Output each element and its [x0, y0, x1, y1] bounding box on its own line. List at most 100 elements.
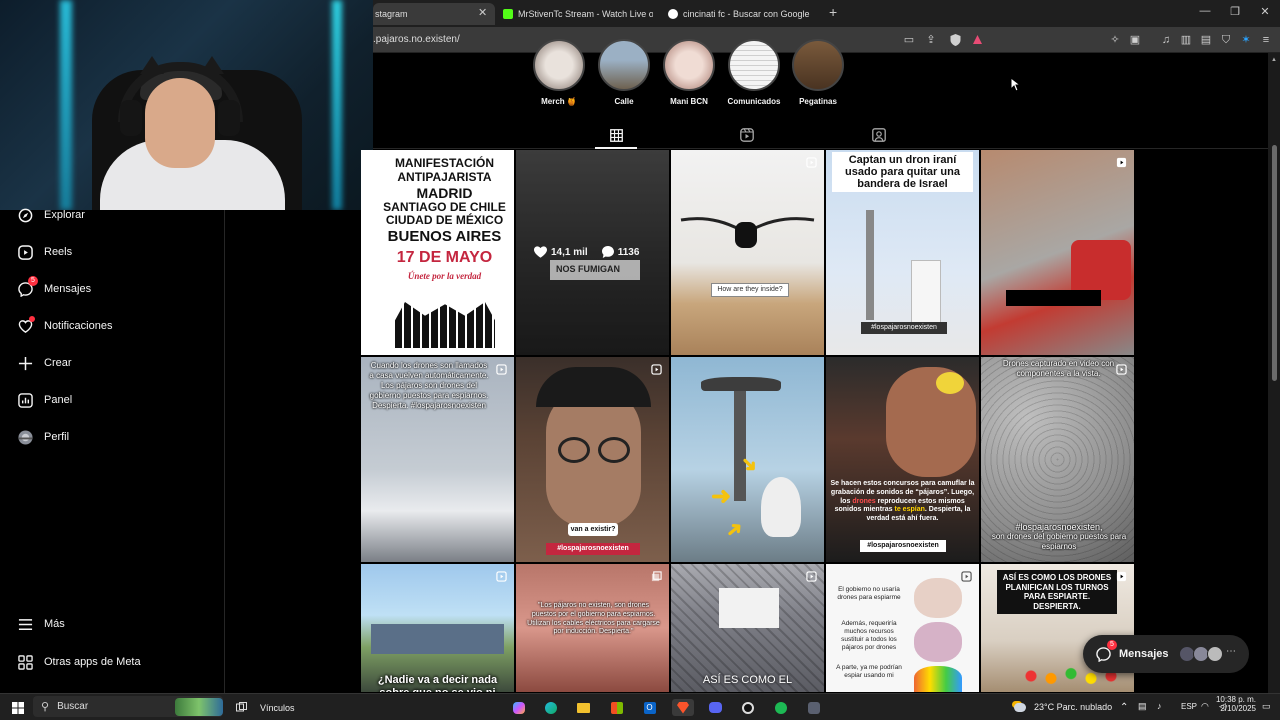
tab-google[interactable]: cincinati fc - Buscar con Google: [668, 3, 818, 25]
post-hashtag: #lospajarosnoexisten: [546, 543, 640, 555]
billboard: [719, 588, 779, 628]
sidebar-item-mas[interactable]: Más: [17, 612, 65, 636]
post-caption: Se hacen estos concursos para camuflar l…: [828, 480, 977, 524]
post-tile[interactable]: Se hacen estos concursos para camuflar l…: [826, 357, 979, 562]
language-indicator[interactable]: ESP: [1181, 702, 1197, 711]
sidebar-item-explorar[interactable]: Explorar: [17, 203, 85, 227]
weather-icon[interactable]: [1012, 699, 1028, 716]
highlight-calle[interactable]: Calle: [589, 39, 659, 106]
post-tile[interactable]: van a existir? #lospajarosnoexisten: [516, 357, 669, 562]
scroll-up-icon[interactable]: ▲: [1271, 57, 1277, 63]
post-tile[interactable]: NOS FUMIGAN 14,1 mil 1136: [516, 150, 669, 355]
extensions-icon[interactable]: ✧: [1108, 34, 1122, 46]
mouse-cursor-icon: [1010, 77, 1020, 92]
tab-title: stagram: [375, 9, 408, 19]
clock-time: 10:38 p. m.: [1215, 695, 1256, 704]
post-tile[interactable]: How are they inside?: [671, 150, 824, 355]
reels-icon: [740, 128, 754, 142]
sidebar-item-reels[interactable]: Reels: [17, 240, 72, 264]
post-tile[interactable]: Cuando los drones son llamados a casa vu…: [361, 357, 514, 562]
maximize-icon[interactable]: ❐: [1225, 5, 1245, 18]
brave-shield-icon[interactable]: [948, 34, 962, 49]
scrollbar-thumb[interactable]: [1272, 145, 1277, 381]
task-view-icon[interactable]: [234, 699, 248, 716]
outlook-icon[interactable]: O: [641, 699, 658, 716]
post-tile[interactable]: Drones capturado en video con componente…: [981, 357, 1134, 562]
taskbar-search[interactable]: ⚲ Buscar: [33, 696, 223, 717]
post-tile[interactable]: [981, 150, 1134, 355]
search-highlight-image: [175, 698, 223, 716]
reel-icon: [496, 571, 507, 582]
post-tile[interactable]: El gobierno no usaría drones para espiar…: [826, 564, 979, 692]
kick-icon: [503, 9, 513, 19]
post-tile[interactable]: ➜ ➜ ➜: [671, 357, 824, 562]
network-icon[interactable]: ▤: [1138, 701, 1147, 712]
tab-posts[interactable]: [607, 126, 625, 144]
highlight-comunicados[interactable]: Comunicados: [719, 39, 789, 106]
url-field[interactable]: .pajaros.no.existen/: [373, 34, 460, 45]
poster-slogan: Únete por la verdad: [407, 270, 482, 281]
minimize-icon[interactable]: —: [1195, 5, 1215, 17]
copilot-icon[interactable]: [510, 699, 527, 716]
music-icon[interactable]: ♫: [1159, 34, 1173, 46]
messages-float-button[interactable]: 5 Mensajes ⋯: [1083, 635, 1249, 673]
clown-face: [914, 622, 962, 662]
rewards-icon[interactable]: [970, 34, 984, 48]
highlight-pegatinas[interactable]: Pegatinas: [783, 39, 853, 106]
screenshot-icon[interactable]: ▣: [1128, 34, 1142, 46]
tray-chevron-icon[interactable]: ⌃: [1120, 702, 1128, 713]
post-tile[interactable]: ASÍ ES COMO EL: [671, 564, 824, 692]
sidebar-toggle-icon[interactable]: ▥: [1179, 34, 1193, 46]
sidebar-item-panel[interactable]: Panel: [17, 388, 72, 412]
notification-center-icon[interactable]: ▭: [1262, 701, 1271, 712]
caption-highlight: drones: [852, 497, 876, 505]
discord-icon[interactable]: [707, 699, 724, 716]
more-icon[interactable]: ⋯: [1226, 646, 1236, 657]
cast-icon[interactable]: ▭: [902, 34, 916, 46]
extension-k-icon[interactable]: ✶: [1239, 34, 1253, 46]
clock[interactable]: 10:38 p. m. 2/10/2025: [1198, 695, 1256, 713]
sidebar-item-meta-apps[interactable]: Otras apps de Meta: [17, 650, 141, 674]
sidebar-item-mensajes[interactable]: 5 Mensajes: [17, 276, 91, 301]
close-icon[interactable]: ✕: [478, 6, 487, 19]
volume-icon[interactable]: ♪: [1157, 701, 1162, 711]
sidebar-item-notificaciones[interactable]: Notificaciones: [17, 314, 112, 338]
tab-kick[interactable]: MrStivenTc Stream - Watch Live on K: [503, 3, 653, 25]
brave-icon[interactable]: [672, 699, 694, 716]
vpn-icon[interactable]: ⛉: [1219, 34, 1233, 46]
tab-reels[interactable]: [738, 126, 756, 144]
new-tab-button[interactable]: +: [829, 4, 837, 20]
highlight-thumb: [533, 39, 585, 91]
close-window-icon[interactable]: ✕: [1255, 5, 1275, 18]
reel-icon: [1116, 364, 1127, 375]
reel-icon: [806, 157, 817, 168]
sidebar-item-perfil[interactable]: Perfil: [17, 425, 69, 449]
post-tile[interactable]: MANIFESTACIÓN ANTIPAJARISTA MADRID SANTI…: [361, 150, 514, 355]
post-tile[interactable]: "Los pájaros no existen, son drones pues…: [516, 564, 669, 692]
tab-tagged[interactable]: [870, 126, 888, 144]
sidebar-item-label: Más: [44, 618, 65, 630]
sidebar-item-crear[interactable]: Crear: [17, 351, 72, 375]
file-explorer-icon[interactable]: [575, 699, 592, 716]
poster-line: ANTIPAJARISTA: [397, 169, 492, 184]
page-scrollbar[interactable]: ▲: [1268, 53, 1280, 693]
menu-icon[interactable]: ≡: [1259, 34, 1273, 46]
edge-icon[interactable]: [542, 699, 559, 716]
post-tile[interactable]: ¿Nadie va a decir nada sobre que no se v…: [361, 564, 514, 692]
weather-text[interactable]: 23°C Parc. nublado: [1034, 702, 1112, 712]
sidebar-item-label: Otras apps de Meta: [44, 656, 141, 668]
share-icon[interactable]: ⇪: [924, 34, 938, 46]
windows-start-icon[interactable]: [8, 699, 28, 716]
poster-line: MANIFESTACIÓN: [394, 156, 495, 170]
app-icon[interactable]: [805, 699, 822, 716]
obs-icon[interactable]: [739, 699, 756, 716]
spotify-icon[interactable]: [772, 699, 789, 716]
highlight-merch[interactable]: Merch 🍯: [524, 39, 594, 106]
wallet-icon[interactable]: ▤: [1199, 34, 1213, 46]
post-tile[interactable]: Captan un dron iraní usado para quitar u…: [826, 150, 979, 355]
links-toolbar[interactable]: Vínculos: [260, 703, 295, 713]
highlight-mani-bcn[interactable]: Mani BCN: [654, 39, 724, 106]
tab-instagram[interactable]: stagram: [373, 3, 495, 25]
seagull: [761, 477, 801, 537]
store-icon[interactable]: [608, 699, 625, 716]
